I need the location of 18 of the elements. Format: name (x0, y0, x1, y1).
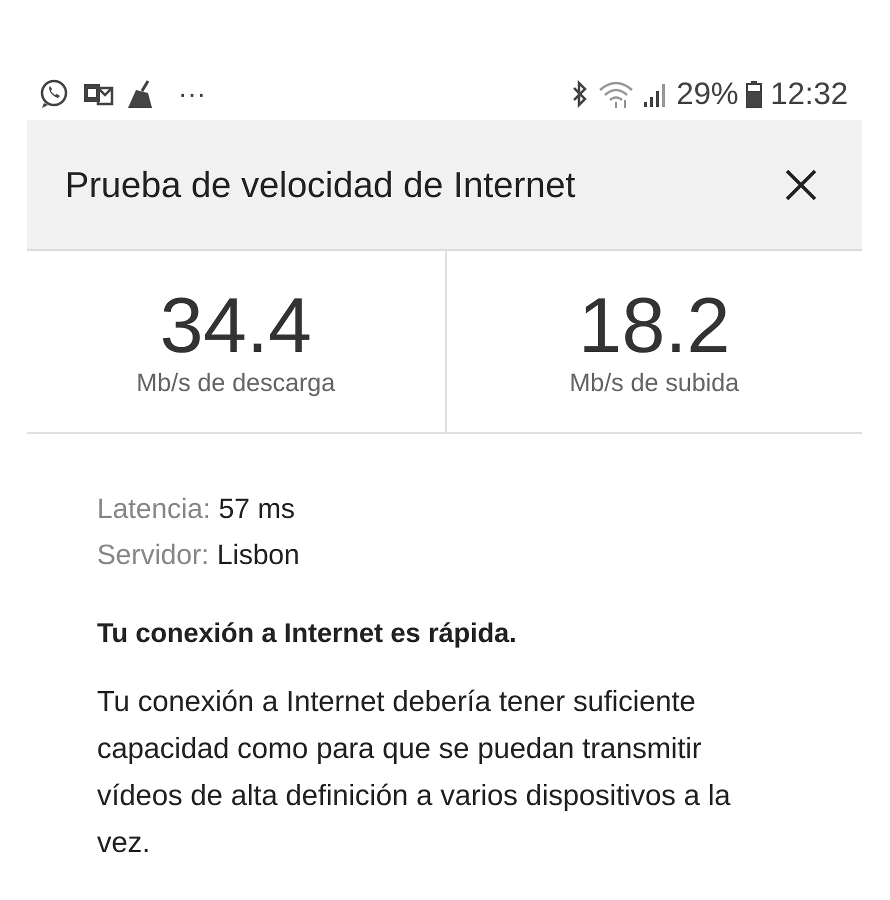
speed-value: 34.4 (160, 285, 312, 365)
clock: 12:32 (770, 76, 848, 112)
result-heading: Tu conexión a Internet es rápida. (97, 618, 518, 649)
wifi-icon (598, 80, 634, 108)
result-description: Tu conexión a Internet debería tener suficiente capacidad como para que se puedan transmitir vídeos de alta definición a varios dispositivos a la vez. (97, 685, 732, 861)
dialog-title: Prueba de velocidad de Internet (65, 164, 576, 206)
speed-value: 18.2 (578, 285, 730, 365)
speed-label: Mb/s de descarga (136, 369, 336, 398)
detail-value: Lisbon (217, 539, 300, 570)
detail-label: Servidor: (97, 539, 210, 570)
chat-bubble-icon (38, 78, 70, 110)
detail-label: Latencia: (97, 493, 211, 524)
speed-label: Mb/s de subida (569, 369, 740, 398)
detail-value: 57 ms (218, 493, 295, 524)
more-indicator: ··· (178, 78, 206, 110)
battery-percent: 29% (676, 76, 738, 112)
battery-icon (746, 80, 762, 108)
close-icon[interactable] (784, 168, 818, 202)
